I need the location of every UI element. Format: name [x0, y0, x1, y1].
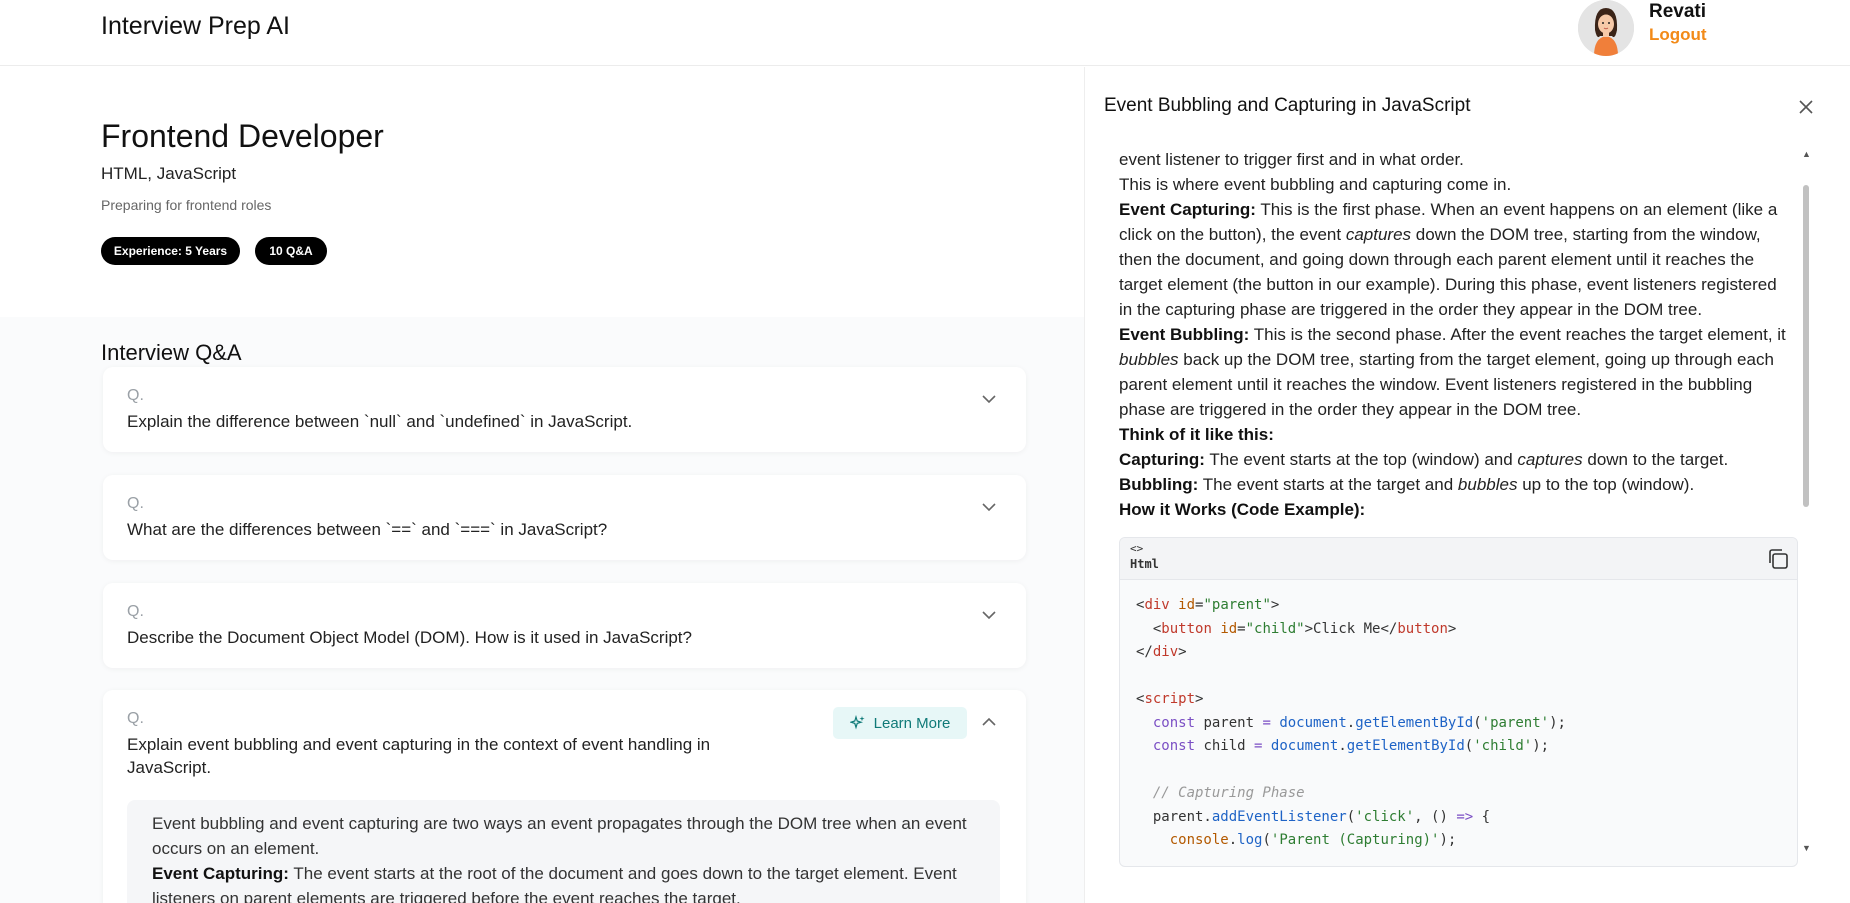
- question-text: Explain the difference between `null` an…: [127, 412, 633, 431]
- chevron-down-icon[interactable]: [979, 389, 999, 409]
- capturing-summary: Capturing: The event starts at the top (…: [1119, 447, 1799, 472]
- bubbling-summary-emphasis: bubbles: [1457, 475, 1518, 494]
- user-name: Revati: [1649, 1, 1707, 22]
- code-line: console.log('Parent (Capturing)');: [1169, 832, 1457, 848]
- question-text: Explain event bubbling and event capturi…: [127, 735, 711, 777]
- code-example-heading: How it Works (Code Example):: [1119, 497, 1799, 522]
- scrollbar-thumb[interactable]: [1803, 185, 1809, 507]
- bubbling-line: parent element until it reaches the wind…: [1119, 375, 1753, 394]
- question-card[interactable]: Q. Explain the difference between `null`…: [103, 367, 1026, 452]
- capturing-summary-label: Capturing:: [1119, 450, 1205, 469]
- app-header: Interview Prep AI Revati Logout: [0, 0, 1850, 66]
- close-icon[interactable]: [1796, 97, 1816, 117]
- code-example-label: How it Works (Code Example):: [1119, 500, 1366, 519]
- role-description: Preparing for frontend roles: [101, 197, 272, 213]
- code-block: <> Html <div id="parent"> <button id="ch…: [1119, 537, 1798, 867]
- answer-intro: Event bubbling and event capturing are t…: [152, 814, 967, 858]
- capturing-line: then the document, and going down throug…: [1119, 250, 1755, 269]
- question-prefix: Q.: [127, 710, 144, 727]
- bubbling-text: This is the second phase. After the even…: [1253, 325, 1786, 344]
- avatar[interactable]: [1578, 0, 1634, 56]
- code-line: <button id="child">Click Me</button>: [1136, 620, 1457, 637]
- chevron-up-icon[interactable]: [979, 712, 999, 732]
- learn-more-button[interactable]: Learn More: [833, 707, 967, 739]
- code-line: const child = document.getElementById('c…: [1152, 738, 1550, 754]
- app-title[interactable]: Interview Prep AI: [101, 12, 290, 41]
- code-content[interactable]: <div id="parent"> <button id="child">Cli…: [1120, 580, 1797, 866]
- code-line: </div>: [1136, 644, 1187, 660]
- bubbling-summary: Bubbling: The event starts at the target…: [1119, 472, 1799, 497]
- answer-box: Event bubbling and event capturing are t…: [127, 800, 1000, 903]
- code-line: const parent = document.getElementById('…: [1152, 714, 1566, 731]
- think-label: Think of it like this:: [1119, 425, 1274, 444]
- code-line: <div id="parent">: [1136, 597, 1280, 613]
- capturing-text: down the DOM tree, starting from the win…: [1415, 225, 1761, 244]
- code-icon: <>: [1130, 542, 1144, 555]
- question-text: What are the differences between `==` an…: [127, 520, 608, 539]
- scroll-down-arrow-icon[interactable]: ▼: [1802, 843, 1811, 853]
- capturing-text: click on the button), the event: [1119, 225, 1342, 244]
- explanation-line: event listener to trigger first and in w…: [1119, 150, 1464, 169]
- bubbling-summary-text: The event starts at the target and: [1202, 475, 1454, 494]
- bubbling-emphasis: bubbles: [1119, 350, 1179, 369]
- learn-more-drawer: Event Bubbling and Capturing in JavaScri…: [1084, 67, 1850, 903]
- bubbling-text: back up the DOM tree, starting from the …: [1183, 350, 1774, 369]
- capturing-summary-text: The event starts at the top (window) and: [1209, 450, 1513, 469]
- explanation-line: This is where event bubbling and capturi…: [1119, 175, 1512, 194]
- role-hero: [0, 67, 1084, 317]
- code-language: Html: [1130, 557, 1159, 571]
- role-topics: HTML, JavaScript: [101, 164, 237, 183]
- answer-capturing-label: Event Capturing:: [152, 864, 289, 883]
- experience-badge: Experience: 5 Years: [101, 237, 240, 265]
- capturing-emphasis: captures: [1345, 225, 1412, 244]
- capturing-text: This is the first phase. When an event h…: [1260, 200, 1778, 219]
- question-card[interactable]: Q. Describe the Document Object Model (D…: [103, 583, 1026, 668]
- think-heading: Think of it like this:: [1119, 422, 1799, 447]
- capturing-line: click on the button), the event captures…: [1119, 222, 1799, 247]
- chevron-down-icon[interactable]: [979, 605, 999, 625]
- qa-count-badge: 10 Q&A: [255, 237, 327, 265]
- code-line: <script>: [1136, 691, 1204, 707]
- question-text: Describe the Document Object Model (DOM)…: [127, 628, 692, 647]
- drawer-title: Event Bubbling and Capturing in JavaScri…: [1104, 95, 1471, 116]
- code-block-header: <> Html: [1120, 538, 1797, 580]
- scroll-up-arrow-icon[interactable]: ▲: [1802, 149, 1811, 159]
- question-prefix: Q.: [127, 495, 144, 512]
- chevron-down-icon[interactable]: [979, 497, 999, 517]
- capturing-label: Event Capturing:: [1119, 200, 1256, 219]
- qa-section-heading: Interview Q&A: [101, 340, 242, 365]
- question-card[interactable]: Q. What are the differences between `==`…: [103, 475, 1026, 560]
- code-line: // Capturing Phase: [1152, 785, 1305, 801]
- question-card-expanded[interactable]: Q. Explain event bubbling and event capt…: [103, 690, 1026, 903]
- capturing-summary-text: down to the target.: [1587, 450, 1729, 469]
- sparkle-icon: [849, 715, 865, 730]
- bubbling-summary-label: Bubbling:: [1119, 475, 1199, 494]
- capturing-line: target element (the button in our exampl…: [1119, 275, 1777, 294]
- question-prefix: Q.: [127, 603, 144, 620]
- capturing-paragraph: Event Capturing: This is the first phase…: [1119, 197, 1799, 222]
- capturing-line: in the capturing phase are triggered in …: [1119, 300, 1703, 319]
- bubbling-line: bubbles back up the DOM tree, starting f…: [1119, 347, 1799, 372]
- answer-capturing: Event Capturing: The event starts at the…: [152, 861, 975, 903]
- copy-icon[interactable]: [1765, 546, 1791, 572]
- bubbling-paragraph: Event Bubbling: This is the second phase…: [1119, 322, 1799, 347]
- bubbling-label: Event Bubbling:: [1119, 325, 1250, 344]
- role-title: Frontend Developer: [101, 118, 384, 154]
- bubbling-line: phase are triggered in the order they ap…: [1119, 400, 1582, 419]
- bubbling-summary-text: up to the top (window).: [1522, 475, 1695, 494]
- capturing-summary-emphasis: captures: [1517, 450, 1583, 469]
- logout-link[interactable]: Logout: [1649, 25, 1707, 45]
- learn-more-label: Learn More: [873, 714, 951, 732]
- question-prefix: Q.: [127, 387, 144, 404]
- code-line: parent.addEventListener('click', () => {: [1136, 808, 1491, 825]
